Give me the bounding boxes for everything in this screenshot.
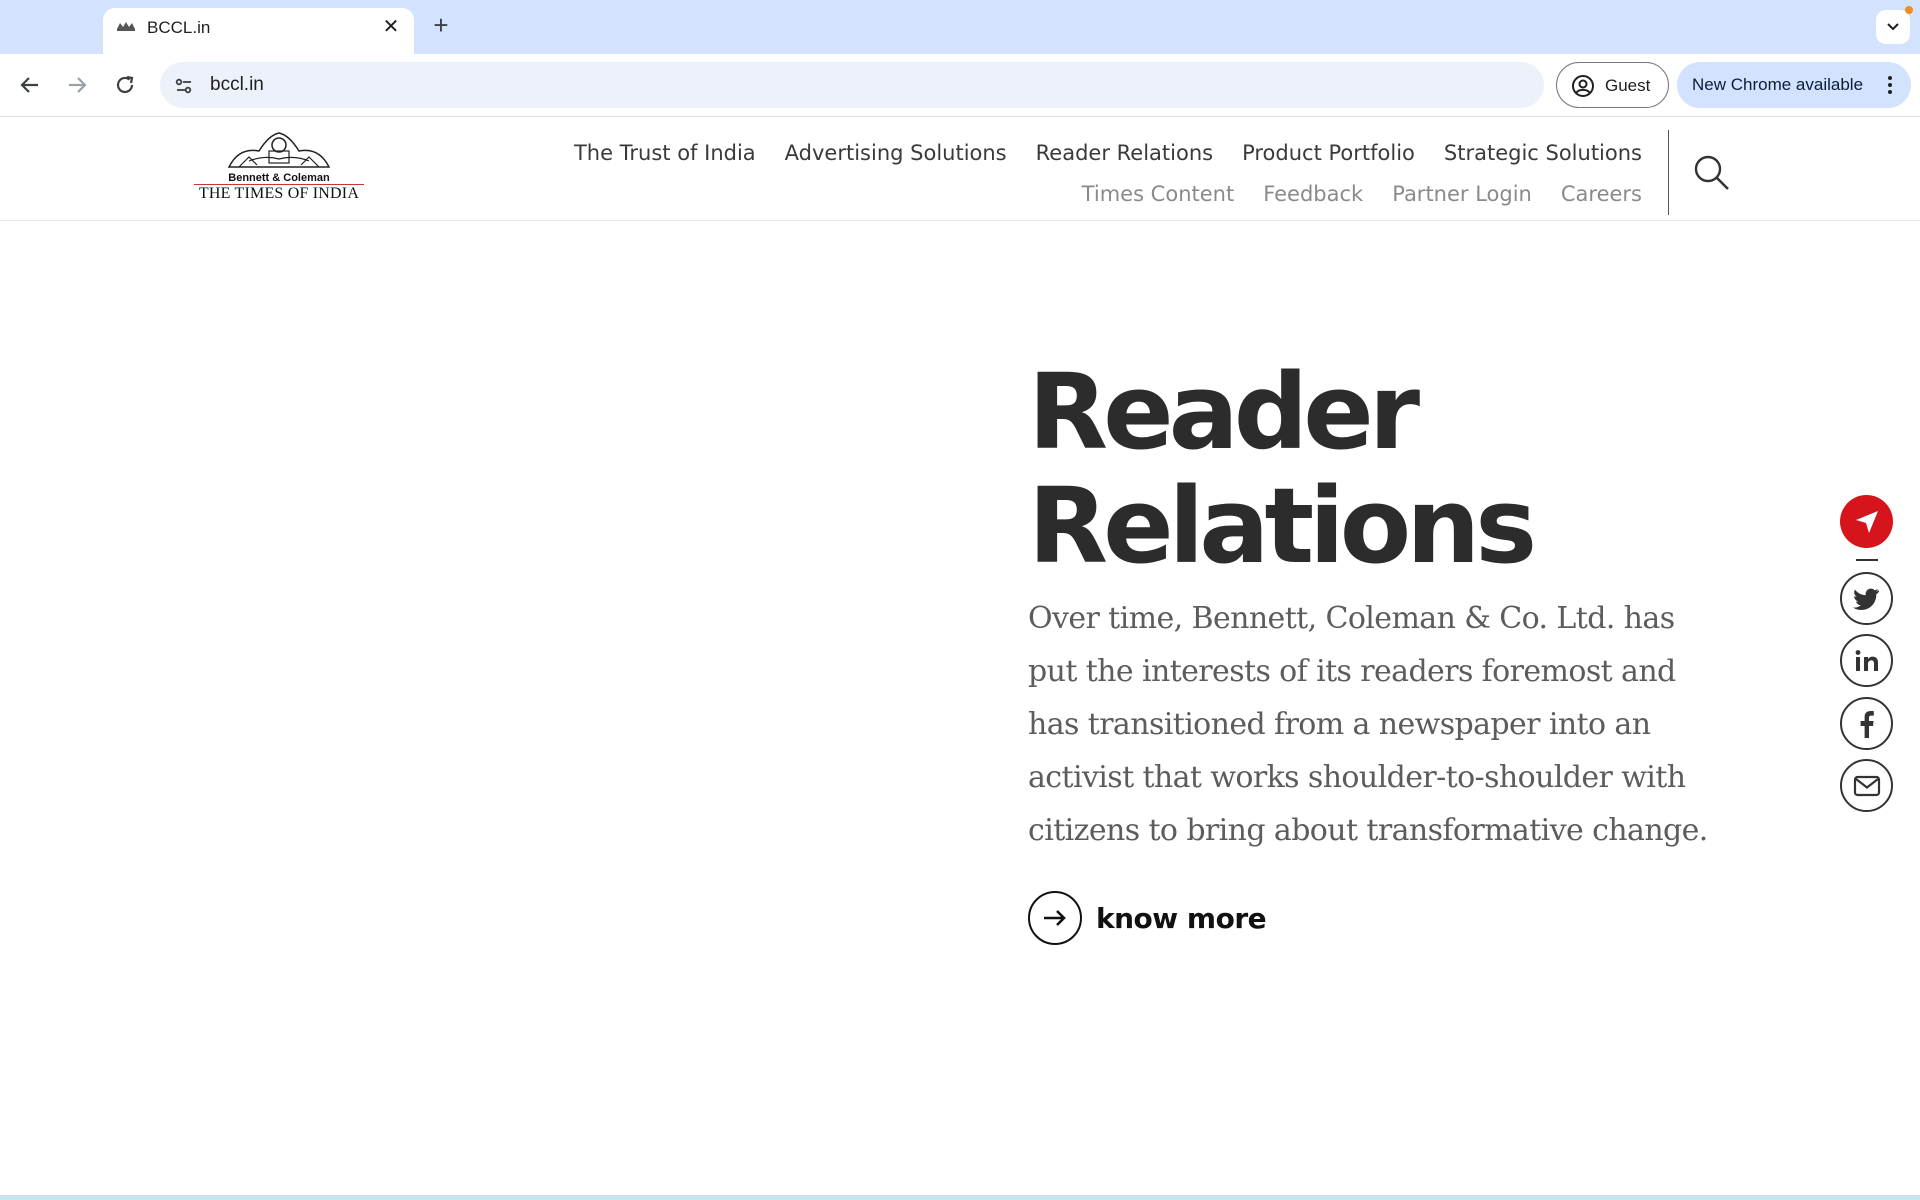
logo-line2: THE TIMES OF INDIA: [194, 184, 364, 202]
forward-icon: [69, 77, 87, 93]
hero-title-line1: Reader: [1028, 351, 1420, 473]
chrome-update-button[interactable]: New Chrome available: [1677, 62, 1911, 108]
hero-title: Reader Relations: [1028, 355, 1668, 583]
site-settings-icon[interactable]: [172, 74, 196, 98]
nav-times-content[interactable]: Times Content: [1082, 182, 1235, 206]
back-icon: [20, 77, 38, 93]
nav-strategic-solutions[interactable]: Strategic Solutions: [1444, 141, 1642, 165]
bottom-strip: [0, 1195, 1920, 1200]
reload-button[interactable]: [109, 69, 141, 101]
reload-icon: [116, 75, 134, 94]
close-tab-icon[interactable]: ✕: [379, 15, 403, 39]
nav-partner-login[interactable]: Partner Login: [1392, 182, 1532, 206]
site-header: Bennett & Coleman THE TIMES OF INDIA The…: [0, 117, 1920, 221]
site-logo[interactable]: Bennett & Coleman THE TIMES OF INDIA: [190, 127, 368, 207]
back-button[interactable]: [14, 69, 46, 101]
nav-reader-relations[interactable]: Reader Relations: [1036, 141, 1213, 165]
twitter-button[interactable]: [1840, 572, 1893, 625]
emblem-icon: [227, 132, 331, 168]
nav-advertising-solutions[interactable]: Advertising Solutions: [785, 141, 1007, 165]
hero-description: Over time, Bennett, Coleman & Co. Ltd. h…: [1028, 601, 1708, 848]
secondary-nav: Times Content Feedback Partner Login Car…: [1082, 182, 1642, 206]
know-more-label: know more: [1096, 901, 1267, 935]
nav-product-portfolio[interactable]: Product Portfolio: [1242, 141, 1415, 165]
nav-feedback[interactable]: Feedback: [1263, 182, 1363, 206]
logo-line1: Bennett & Coleman: [228, 172, 330, 184]
header-divider: [1668, 130, 1669, 215]
forward-button[interactable]: [61, 69, 93, 101]
share-icon: [1855, 510, 1878, 533]
url-text: bccl.in: [210, 74, 264, 95]
share-button[interactable]: [1840, 495, 1893, 548]
profile-button[interactable]: Guest: [1556, 62, 1669, 108]
arrow-circle: [1028, 891, 1082, 945]
tab-search-button[interactable]: [1876, 10, 1910, 44]
facebook-button[interactable]: [1840, 697, 1893, 750]
know-more-link[interactable]: know more: [1028, 891, 1267, 945]
twitter-icon: [1852, 588, 1879, 610]
update-label: New Chrome available: [1692, 75, 1864, 94]
tab-strip: BCCL.in ✕ +: [0, 0, 1920, 54]
more-vert-icon: [1888, 76, 1892, 94]
chevron-down-icon: [1887, 23, 1899, 31]
profile-icon: [1572, 75, 1594, 97]
browser-tab[interactable]: BCCL.in ✕: [103, 8, 414, 54]
profile-label: Guest: [1605, 76, 1651, 95]
update-dot: [1905, 6, 1913, 14]
linkedin-button[interactable]: [1840, 634, 1893, 687]
tab-title: BCCL.in: [147, 18, 211, 37]
email-button[interactable]: [1840, 759, 1893, 812]
browser-toolbar: bccl.in Guest New Chrome available: [0, 54, 1920, 117]
new-tab-icon[interactable]: +: [428, 12, 454, 38]
nav-careers[interactable]: Careers: [1561, 182, 1642, 206]
hero-title-line2: Relations: [1028, 465, 1537, 587]
address-bar[interactable]: bccl.in: [160, 62, 1544, 108]
nav-trust-of-india[interactable]: The Trust of India: [574, 141, 756, 165]
mail-icon: [1853, 775, 1880, 796]
linkedin-icon: [1855, 649, 1878, 671]
site-favicon-icon: [117, 22, 135, 31]
arrow-right-icon: [1044, 910, 1066, 926]
facebook-icon: [1860, 710, 1874, 738]
primary-nav: The Trust of India Advertising Solutions…: [574, 141, 1642, 165]
search-icon[interactable]: [1693, 154, 1731, 192]
rail-divider: [1856, 559, 1878, 561]
